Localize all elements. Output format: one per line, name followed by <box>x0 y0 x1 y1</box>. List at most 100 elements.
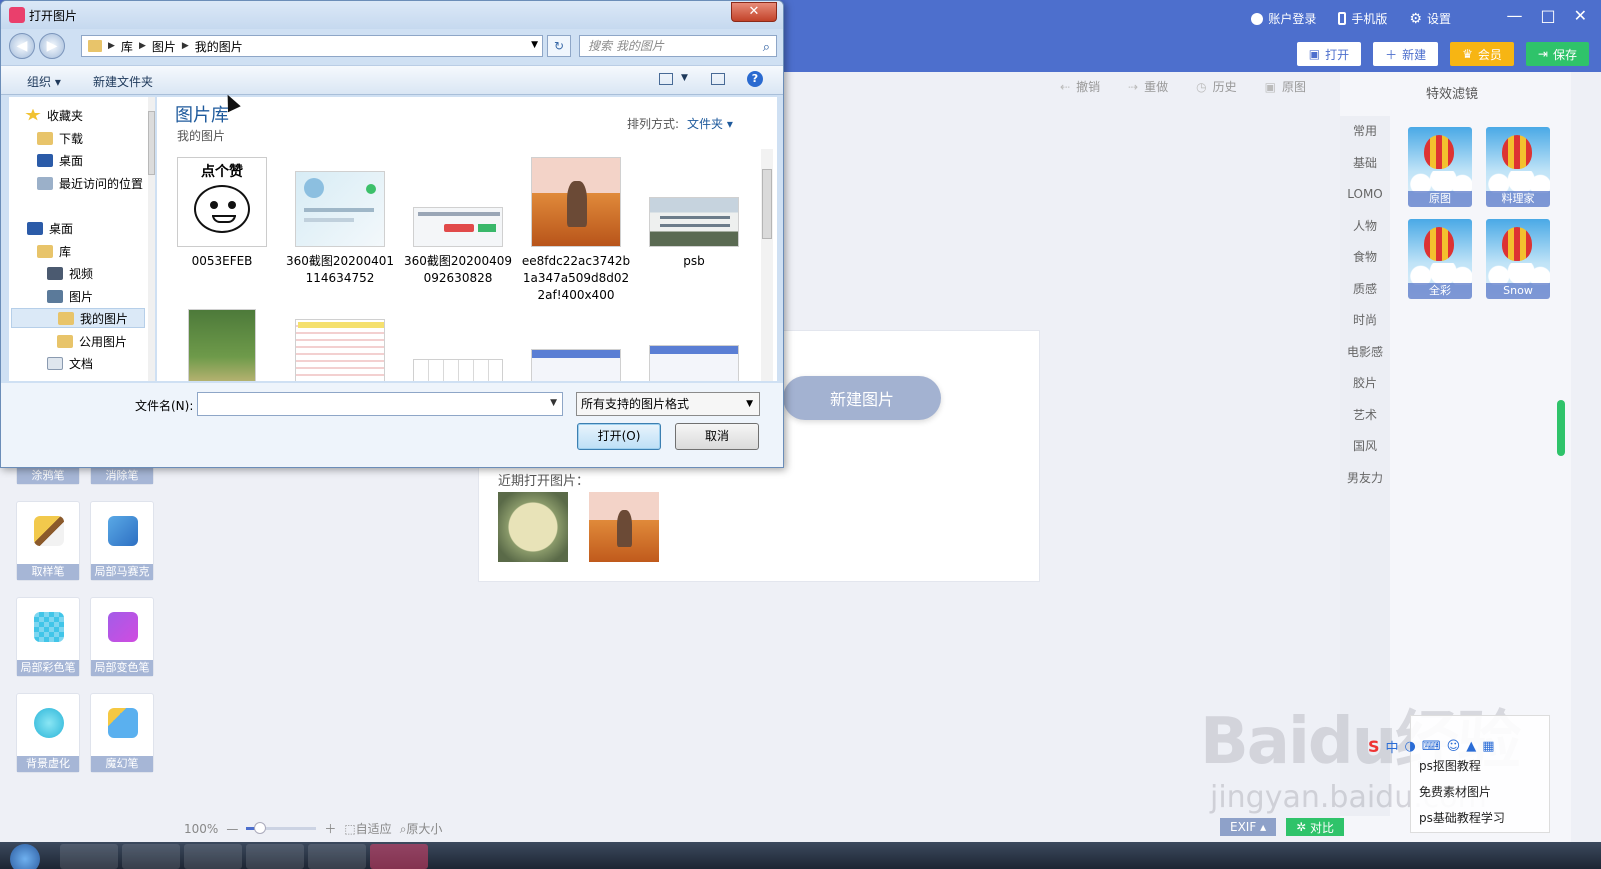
recent-image-thumb[interactable] <box>589 492 659 562</box>
nav-item-downloads[interactable]: 下载 <box>37 128 83 148</box>
preview-pane-icon[interactable] <box>711 73 725 85</box>
organize-menu[interactable]: 组织 ▾ <box>27 73 61 90</box>
tool-magic-brush[interactable]: 魔幻笔 <box>90 693 154 773</box>
taskbar-item[interactable] <box>184 844 242 869</box>
zoom-in-icon[interactable]: ＋ <box>324 820 336 837</box>
redo-button[interactable]: ⇢ 重做 <box>1128 78 1168 95</box>
dialog-close-button[interactable]: ✕ <box>731 2 777 22</box>
ad-link[interactable]: ps基础教程学习 <box>1411 805 1549 831</box>
vip-button[interactable]: ♛ 会员 <box>1450 42 1514 66</box>
ad-link[interactable]: 免费素材图片 <box>1411 779 1549 805</box>
file-item[interactable]: ee8fdc22ac3742b1a347a509d8d022af!400x400 <box>521 157 631 304</box>
tool-mosaic[interactable]: 局部马赛克 <box>90 501 154 581</box>
filter-category[interactable]: 人物 <box>1340 211 1390 243</box>
tool-eraser[interactable]: 消除笔 <box>90 465 154 485</box>
nav-pane-scrollbar[interactable] <box>148 97 155 381</box>
breadcrumb-item[interactable]: 库 <box>115 38 139 55</box>
punctuation-icon[interactable]: ◑ <box>1405 739 1416 754</box>
user-icon[interactable]: ☺ <box>1447 739 1461 754</box>
filter-thumb[interactable]: Snow <box>1486 219 1550 299</box>
filter-category[interactable]: 艺术 <box>1340 400 1390 432</box>
minimize-button[interactable]: — <box>1506 6 1522 25</box>
open-file-button[interactable]: 打开(O) <box>577 423 661 450</box>
skin-icon[interactable]: ▲ <box>1466 739 1476 754</box>
tool-blur[interactable]: 背景虚化 <box>16 693 80 773</box>
undo-button[interactable]: ⇠ 撤销 <box>1060 78 1100 95</box>
filter-category[interactable]: 胶片 <box>1340 368 1390 400</box>
file-item[interactable] <box>167 309 277 381</box>
file-item[interactable]: 点个赞 0053EFEB <box>167 157 277 270</box>
new-folder-button[interactable]: 新建文件夹 <box>93 73 153 90</box>
close-button[interactable]: ✕ <box>1574 6 1587 25</box>
nav-item-desktop-root[interactable]: 桌面 <box>27 218 73 238</box>
nav-item-documents[interactable]: 文档 <box>47 353 93 373</box>
address-bar[interactable]: ▶ 库 ▶ 图片 ▶ 我的图片 ▼ <box>81 35 543 57</box>
ime-mode[interactable]: 中 <box>1386 737 1399 756</box>
tool-sample-brush[interactable]: 取样笔 <box>16 501 80 581</box>
arrange-dropdown[interactable]: 文件夹 ▾ <box>687 117 733 131</box>
fit-button[interactable]: ⬚自适应 <box>344 820 391 837</box>
filter-category[interactable]: 常用 <box>1340 116 1390 148</box>
nav-item-favorites[interactable]: 收藏夹 <box>25 105 83 125</box>
file-item[interactable]: 360截图20200409092630828 <box>403 157 513 287</box>
maximize-button[interactable]: □ <box>1540 6 1555 25</box>
zoom-slider[interactable] <box>246 822 317 834</box>
filter-thumb[interactable]: 料理家 <box>1486 127 1550 207</box>
filter-category[interactable]: 质感 <box>1340 274 1390 306</box>
nav-item-pictures[interactable]: 图片 <box>47 286 93 306</box>
compare-button[interactable]: ✲ 对比 <box>1286 818 1344 836</box>
taskbar-item[interactable] <box>246 844 304 869</box>
zoom-slider-knob[interactable] <box>254 822 267 834</box>
new-image-button[interactable]: 新建图片 <box>783 376 941 420</box>
tool-color-brush[interactable]: 局部彩色笔 <box>16 597 80 677</box>
recent-image-thumb[interactable] <box>498 492 568 562</box>
dialog-titlebar[interactable]: 打开图片 ✕ <box>1 1 783 29</box>
view-icon[interactable] <box>659 73 673 85</box>
login-link[interactable]: 账户登录 <box>1251 10 1316 27</box>
taskbar-item[interactable] <box>370 844 428 869</box>
scrollbar-thumb[interactable] <box>148 111 155 175</box>
filter-category[interactable]: 国风 <box>1340 431 1390 463</box>
filter-category[interactable]: 基础 <box>1340 148 1390 180</box>
refresh-button[interactable]: ↻ <box>547 35 571 57</box>
taskbar-item[interactable] <box>60 844 118 869</box>
history-button[interactable]: ◷ 历史 <box>1196 78 1237 95</box>
breadcrumb-item[interactable]: 我的图片 <box>189 38 249 55</box>
filetype-select[interactable]: 所有支持的图片格式 ▼ <box>576 392 760 416</box>
file-item[interactable] <box>639 309 749 381</box>
nav-item-public-pictures[interactable]: 公用图片 <box>57 331 127 351</box>
file-item[interactable]: 360截图20200401114634752 <box>285 157 395 287</box>
save-button[interactable]: ⇥ 保存 <box>1525 42 1589 66</box>
scrollbar-thumb[interactable] <box>762 169 772 239</box>
file-item[interactable] <box>521 309 631 381</box>
original-size-button[interactable]: ⌕原大小 <box>400 820 443 837</box>
nav-item-my-pictures[interactable]: 我的图片 <box>11 308 145 328</box>
view-dropdown-icon[interactable]: ▼ <box>681 73 688 83</box>
filter-category[interactable]: 男友力 <box>1340 463 1390 495</box>
nav-item-recent[interactable]: 最近访问的位置 <box>37 173 143 193</box>
mobile-link[interactable]: 手机版 <box>1338 10 1387 27</box>
chevron-down-icon[interactable]: ▼ <box>550 398 557 408</box>
grid-icon[interactable]: ▦ <box>1482 739 1494 754</box>
forward-button[interactable]: ▶ <box>39 33 65 59</box>
filter-category[interactable]: LOMO <box>1340 179 1390 211</box>
back-button[interactable]: ◀ <box>9 33 35 59</box>
nav-item-libraries[interactable]: 库 <box>37 241 71 261</box>
settings-link[interactable]: ⚙ 设置 <box>1409 10 1451 27</box>
file-item[interactable] <box>285 309 395 381</box>
panel-scrollbar[interactable] <box>1557 400 1565 456</box>
file-item[interactable]: psb <box>639 157 749 270</box>
filter-thumb[interactable]: 全彩 <box>1408 219 1472 299</box>
open-button[interactable]: ▣ 打开 <box>1296 42 1362 66</box>
filter-category[interactable]: 电影感 <box>1340 337 1390 369</box>
keyboard-icon[interactable]: ⌨ <box>1422 739 1441 754</box>
filename-input[interactable]: ▼ <box>197 392 563 416</box>
filter-category[interactable]: 食物 <box>1340 242 1390 274</box>
taskbar-item[interactable] <box>122 844 180 869</box>
nav-item-desktop[interactable]: 桌面 <box>37 150 83 170</box>
cancel-button[interactable]: 取消 <box>675 423 759 450</box>
file-item[interactable] <box>403 309 513 381</box>
tool-recolor[interactable]: 局部变色笔 <box>90 597 154 677</box>
new-button[interactable]: ＋ 新建 <box>1373 42 1439 66</box>
content-scrollbar[interactable] <box>761 149 773 381</box>
